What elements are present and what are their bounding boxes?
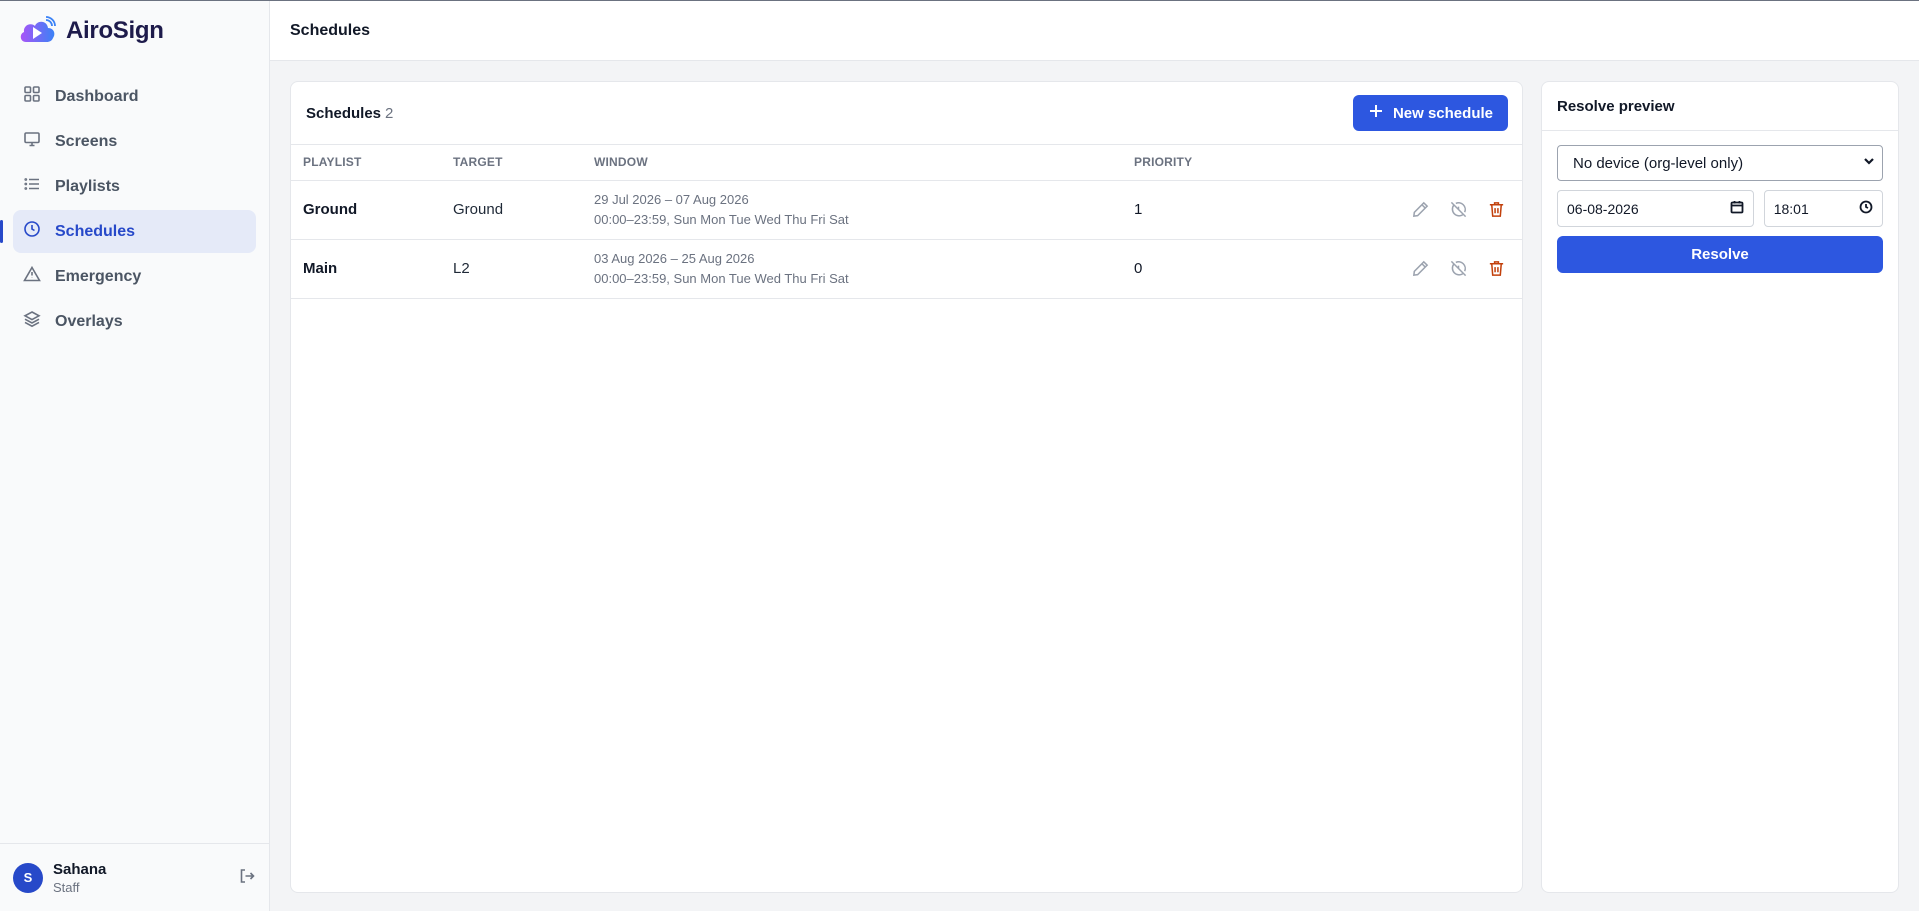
- device-select-value: No device (org-level only): [1573, 154, 1744, 172]
- trash-icon[interactable]: [1486, 259, 1506, 279]
- schedules-card-header: Schedules 2 New schedule: [291, 82, 1522, 145]
- logout-icon[interactable]: [238, 867, 256, 888]
- sidebar-item-playlists[interactable]: Playlists: [13, 165, 256, 208]
- plus-icon: [1368, 103, 1384, 123]
- sidebar-item-emergency[interactable]: Emergency: [13, 255, 256, 298]
- sidebar-nav: Dashboard Screens Playlists Schedules Em…: [0, 61, 269, 343]
- chevron-down-icon: [1862, 154, 1876, 172]
- resolve-preview-card: Resolve preview No device (org-level onl…: [1541, 81, 1899, 893]
- schedules-table: Playlist Target Window Priority Ground G…: [291, 145, 1522, 299]
- table-row[interactable]: Main L2 03 Aug 2026 – 25 Aug 2026 00:00–…: [291, 239, 1522, 299]
- sidebar-item-label: Dashboard: [55, 87, 139, 105]
- sidebar-item-label: Screens: [55, 132, 118, 150]
- column-header-window: Window: [582, 145, 1122, 181]
- schedules-card: Schedules 2 New schedule Playlist Target …: [290, 81, 1523, 893]
- topbar: Schedules: [270, 1, 1919, 61]
- row-actions: [1352, 239, 1522, 299]
- time-input[interactable]: 18:01: [1763, 190, 1883, 227]
- timer-off-icon[interactable]: [1448, 259, 1468, 279]
- time-input-value: 18:01: [1773, 200, 1809, 217]
- clock-icon: [23, 220, 41, 243]
- grid-icon: [23, 85, 41, 108]
- sidebar: AiroSign Dashboard Screens Playlists Sch…: [0, 1, 270, 911]
- row-priority: 0: [1122, 239, 1352, 299]
- timer-off-icon[interactable]: [1448, 200, 1468, 220]
- date-input-value: 06-08-2026: [1567, 200, 1639, 217]
- device-select[interactable]: No device (org-level only): [1557, 145, 1883, 181]
- table-row[interactable]: Ground Ground 29 Jul 2026 – 07 Aug 2026 …: [291, 180, 1522, 240]
- layers-icon: [23, 310, 41, 333]
- user-box: S Sahana Staff: [0, 843, 269, 911]
- user-name: Sahana: [53, 860, 107, 878]
- sidebar-item-screens[interactable]: Screens: [13, 120, 256, 163]
- date-input[interactable]: 06-08-2026: [1557, 190, 1754, 227]
- alert-triangle-icon: [23, 265, 41, 288]
- row-priority: 1: [1122, 180, 1352, 240]
- page-title: Schedules: [290, 21, 371, 39]
- main-area: Schedules Schedules 2 New schedule PLAYL…: [270, 1, 1919, 911]
- row-playlist: Main: [291, 239, 441, 299]
- content: Schedules 2 New schedule Playlist Target …: [270, 61, 1919, 911]
- row-target: L2: [441, 239, 582, 299]
- sidebar-item-schedules[interactable]: Schedules: [0, 210, 256, 253]
- schedules-title-text: Schedules: [306, 104, 382, 122]
- column-header-target: Target: [441, 145, 582, 181]
- row-playlist: Ground: [291, 180, 441, 240]
- clock-icon[interactable]: [1859, 200, 1873, 217]
- user-role: Staff: [53, 879, 80, 895]
- sidebar-item-label: Emergency: [55, 267, 142, 285]
- column-header-actions: [1352, 145, 1522, 181]
- sidebar-item-label: Overlays: [55, 312, 123, 330]
- row-window-times: 00:00–23:59, Sun Mon Tue Wed Thu Fri Sat: [594, 211, 849, 227]
- sidebar-item-label: Schedules: [55, 222, 136, 240]
- edit-icon[interactable]: [1410, 200, 1430, 220]
- new-schedule-label: New schedule: [1392, 104, 1493, 122]
- row-window-dates: 29 Jul 2026 – 07 Aug 2026: [594, 191, 749, 207]
- row-window: 29 Jul 2026 – 07 Aug 2026 00:00–23:59, S…: [582, 180, 1122, 240]
- column-header-playlist: Playlist: [291, 145, 441, 181]
- row-target: Ground: [441, 180, 582, 240]
- schedules-title: Schedules 2: [306, 105, 393, 122]
- resolve-button[interactable]: Resolve: [1557, 236, 1883, 273]
- cloud-play-icon: [18, 15, 58, 47]
- edit-icon[interactable]: [1410, 259, 1430, 279]
- resolve-preview-header: Resolve preview: [1542, 82, 1898, 131]
- brand[interactable]: AiroSign: [0, 1, 269, 61]
- sidebar-item-overlays[interactable]: Overlays: [13, 300, 256, 343]
- row-window-dates: 03 Aug 2026 – 25 Aug 2026: [594, 250, 755, 266]
- avatar: S: [13, 862, 43, 893]
- row-actions: [1352, 180, 1522, 240]
- new-schedule-button[interactable]: New schedule: [1352, 95, 1508, 131]
- sidebar-item-label: Playlists: [55, 177, 120, 195]
- schedules-count: 2: [385, 104, 394, 122]
- brand-name: AiroSign: [66, 17, 164, 44]
- table-header-row: Playlist Target Window Priority: [291, 145, 1522, 181]
- row-window-times: 00:00–23:59, Sun Mon Tue Wed Thu Fri Sat: [594, 270, 849, 286]
- app-shell: AiroSign Dashboard Screens Playlists Sch…: [0, 0, 1919, 911]
- row-window: 03 Aug 2026 – 25 Aug 2026 00:00–23:59, S…: [582, 239, 1122, 299]
- column-header-priority: Priority: [1122, 145, 1352, 181]
- calendar-icon[interactable]: [1730, 200, 1744, 217]
- monitor-icon: [23, 130, 41, 153]
- resolve-preview-title: Resolve preview: [1557, 97, 1675, 115]
- list-icon: [23, 175, 41, 198]
- sidebar-item-dashboard[interactable]: Dashboard: [13, 75, 256, 118]
- trash-icon[interactable]: [1486, 200, 1506, 220]
